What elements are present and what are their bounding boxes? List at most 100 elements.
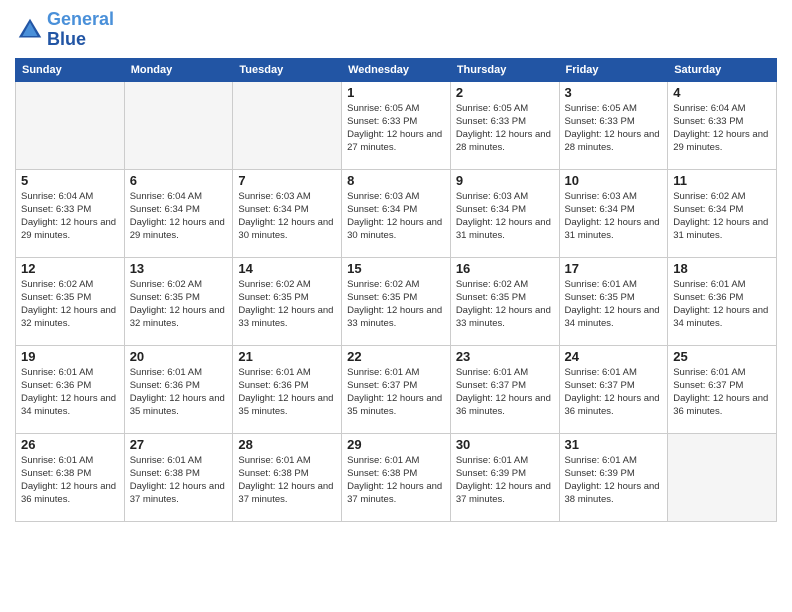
day-number: 6 [130, 173, 228, 188]
day-number: 7 [238, 173, 336, 188]
day-info: Sunrise: 6:02 AMSunset: 6:35 PMDaylight:… [21, 278, 119, 331]
day-info: Sunrise: 6:03 AMSunset: 6:34 PMDaylight:… [347, 190, 445, 243]
day-info: Sunrise: 6:01 AMSunset: 6:37 PMDaylight:… [673, 366, 771, 419]
day-number: 28 [238, 437, 336, 452]
day-info: Sunrise: 6:01 AMSunset: 6:39 PMDaylight:… [456, 454, 554, 507]
calendar-cell: 10Sunrise: 6:03 AMSunset: 6:34 PMDayligh… [559, 169, 668, 257]
day-number: 20 [130, 349, 228, 364]
calendar-cell: 3 Sunrise: 6:05 AMSunset: 6:33 PMDaylight… [559, 81, 668, 169]
calendar-cell: 11 Sunrise: 6:02 AMSunset: 6:34 PMDayligh… [668, 169, 777, 257]
day-info: Sunrise: 6:04 AMSunset: 6:34 PMDaylight:… [130, 190, 228, 243]
logo-text: General Blue [47, 10, 114, 50]
calendar-header-sunday: Sunday [16, 58, 125, 81]
calendar-cell: 15 Sunrise: 6:02 AMSunset: 6:35 PMDayligh… [342, 257, 451, 345]
day-info: Sunrise: 6:01 AMSunset: 6:36 PMDaylight:… [238, 366, 336, 419]
day-number: 9 [456, 173, 554, 188]
day-info: Sunrise: 6:01 AMSunset: 6:36 PMDaylight:… [673, 278, 771, 331]
day-info: Sunrise: 6:01 AMSunset: 6:37 PMDaylight:… [565, 366, 663, 419]
day-info: Sunrise: 6:03 AMSunset: 6:34 PMDaylight:… [238, 190, 336, 243]
calendar-header-tuesday: Tuesday [233, 58, 342, 81]
calendar-cell: 5 Sunrise: 6:04 AMSunset: 6:33 PMDaylight… [16, 169, 125, 257]
calendar-cell: 17 Sunrise: 6:01 AMSunset: 6:35 PMDayligh… [559, 257, 668, 345]
day-number: 30 [456, 437, 554, 452]
day-info: Sunrise: 6:05 AMSunset: 6:33 PMDaylight:… [565, 102, 663, 155]
day-number: 17 [565, 261, 663, 276]
logo: General Blue [15, 10, 114, 50]
day-info: Sunrise: 6:01 AMSunset: 6:35 PMDaylight:… [565, 278, 663, 331]
day-info: Sunrise: 6:01 AMSunset: 6:38 PMDaylight:… [347, 454, 445, 507]
calendar-cell: 18 Sunrise: 6:01 AMSunset: 6:36 PMDayligh… [668, 257, 777, 345]
calendar-cell [124, 81, 233, 169]
calendar-cell: 29 Sunrise: 6:01 AMSunset: 6:38 PMDayligh… [342, 433, 451, 521]
calendar-week-2: 12 Sunrise: 6:02 AMSunset: 6:35 PMDayligh… [16, 257, 777, 345]
day-info: Sunrise: 6:01 AMSunset: 6:36 PMDaylight:… [21, 366, 119, 419]
day-info: Sunrise: 6:04 AMSunset: 6:33 PMDaylight:… [21, 190, 119, 243]
day-info: Sunrise: 6:01 AMSunset: 6:37 PMDaylight:… [456, 366, 554, 419]
day-number: 2 [456, 85, 554, 100]
calendar-cell: 23Sunrise: 6:01 AMSunset: 6:37 PMDayligh… [450, 345, 559, 433]
day-info: Sunrise: 6:01 AMSunset: 6:36 PMDaylight:… [130, 366, 228, 419]
day-number: 27 [130, 437, 228, 452]
day-number: 24 [565, 349, 663, 364]
day-info: Sunrise: 6:02 AMSunset: 6:34 PMDaylight:… [673, 190, 771, 243]
day-number: 14 [238, 261, 336, 276]
calendar-cell: 4Sunrise: 6:04 AMSunset: 6:33 PMDaylight… [668, 81, 777, 169]
calendar-header-wednesday: Wednesday [342, 58, 451, 81]
day-info: Sunrise: 6:01 AMSunset: 6:38 PMDaylight:… [238, 454, 336, 507]
day-info: Sunrise: 6:02 AMSunset: 6:35 PMDaylight:… [347, 278, 445, 331]
calendar-cell: 30 Sunrise: 6:01 AMSunset: 6:39 PMDayligh… [450, 433, 559, 521]
calendar-cell: 9 Sunrise: 6:03 AMSunset: 6:34 PMDaylight… [450, 169, 559, 257]
day-number: 31 [565, 437, 663, 452]
day-info: Sunrise: 6:05 AMSunset: 6:33 PMDaylight:… [347, 102, 445, 155]
header: General Blue [15, 10, 777, 50]
day-number: 5 [21, 173, 119, 188]
calendar-header-saturday: Saturday [668, 58, 777, 81]
calendar-header-thursday: Thursday [450, 58, 559, 81]
day-number: 12 [21, 261, 119, 276]
day-number: 22 [347, 349, 445, 364]
calendar-cell: 27Sunrise: 6:01 AMSunset: 6:38 PMDayligh… [124, 433, 233, 521]
calendar-cell: 31 Sunrise: 6:01 AMSunset: 6:39 PMDayligh… [559, 433, 668, 521]
calendar-cell: 12 Sunrise: 6:02 AMSunset: 6:35 PMDayligh… [16, 257, 125, 345]
calendar-header-row: SundayMondayTuesdayWednesdayThursdayFrid… [16, 58, 777, 81]
calendar-week-0: 1 Sunrise: 6:05 AMSunset: 6:33 PMDaylight… [16, 81, 777, 169]
day-number: 3 [565, 85, 663, 100]
logo-icon [15, 15, 45, 45]
page: General Blue SundayMondayTuesdayWednesda… [0, 0, 792, 612]
day-number: 19 [21, 349, 119, 364]
calendar-header-friday: Friday [559, 58, 668, 81]
calendar-cell: 2 Sunrise: 6:05 AMSunset: 6:33 PMDaylight… [450, 81, 559, 169]
day-number: 8 [347, 173, 445, 188]
calendar-cell: 7 Sunrise: 6:03 AMSunset: 6:34 PMDaylight… [233, 169, 342, 257]
day-number: 10 [565, 173, 663, 188]
day-info: Sunrise: 6:04 AMSunset: 6:33 PMDaylight:… [673, 102, 771, 155]
calendar-week-4: 26 Sunrise: 6:01 AMSunset: 6:38 PMDayligh… [16, 433, 777, 521]
calendar-cell: 25Sunrise: 6:01 AMSunset: 6:37 PMDayligh… [668, 345, 777, 433]
day-info: Sunrise: 6:05 AMSunset: 6:33 PMDaylight:… [456, 102, 554, 155]
day-number: 1 [347, 85, 445, 100]
calendar-cell: 21 Sunrise: 6:01 AMSunset: 6:36 PMDayligh… [233, 345, 342, 433]
day-info: Sunrise: 6:01 AMSunset: 6:39 PMDaylight:… [565, 454, 663, 507]
day-info: Sunrise: 6:03 AMSunset: 6:34 PMDaylight:… [456, 190, 554, 243]
calendar-cell: 24 Sunrise: 6:01 AMSunset: 6:37 PMDayligh… [559, 345, 668, 433]
calendar-header-monday: Monday [124, 58, 233, 81]
day-number: 11 [673, 173, 771, 188]
day-number: 16 [456, 261, 554, 276]
calendar-cell: 14Sunrise: 6:02 AMSunset: 6:35 PMDayligh… [233, 257, 342, 345]
day-number: 15 [347, 261, 445, 276]
day-number: 29 [347, 437, 445, 452]
day-number: 18 [673, 261, 771, 276]
calendar-cell: 20 Sunrise: 6:01 AMSunset: 6:36 PMDayligh… [124, 345, 233, 433]
calendar-cell: 13 Sunrise: 6:02 AMSunset: 6:35 PMDayligh… [124, 257, 233, 345]
day-number: 13 [130, 261, 228, 276]
calendar-cell [16, 81, 125, 169]
calendar-cell: 8 Sunrise: 6:03 AMSunset: 6:34 PMDaylight… [342, 169, 451, 257]
calendar-cell [668, 433, 777, 521]
day-number: 21 [238, 349, 336, 364]
day-info: Sunrise: 6:02 AMSunset: 6:35 PMDaylight:… [130, 278, 228, 331]
calendar-cell: 1 Sunrise: 6:05 AMSunset: 6:33 PMDaylight… [342, 81, 451, 169]
day-number: 26 [21, 437, 119, 452]
calendar-cell: 22 Sunrise: 6:01 AMSunset: 6:37 PMDayligh… [342, 345, 451, 433]
calendar-cell: 28 Sunrise: 6:01 AMSunset: 6:38 PMDayligh… [233, 433, 342, 521]
day-info: Sunrise: 6:01 AMSunset: 6:37 PMDaylight:… [347, 366, 445, 419]
